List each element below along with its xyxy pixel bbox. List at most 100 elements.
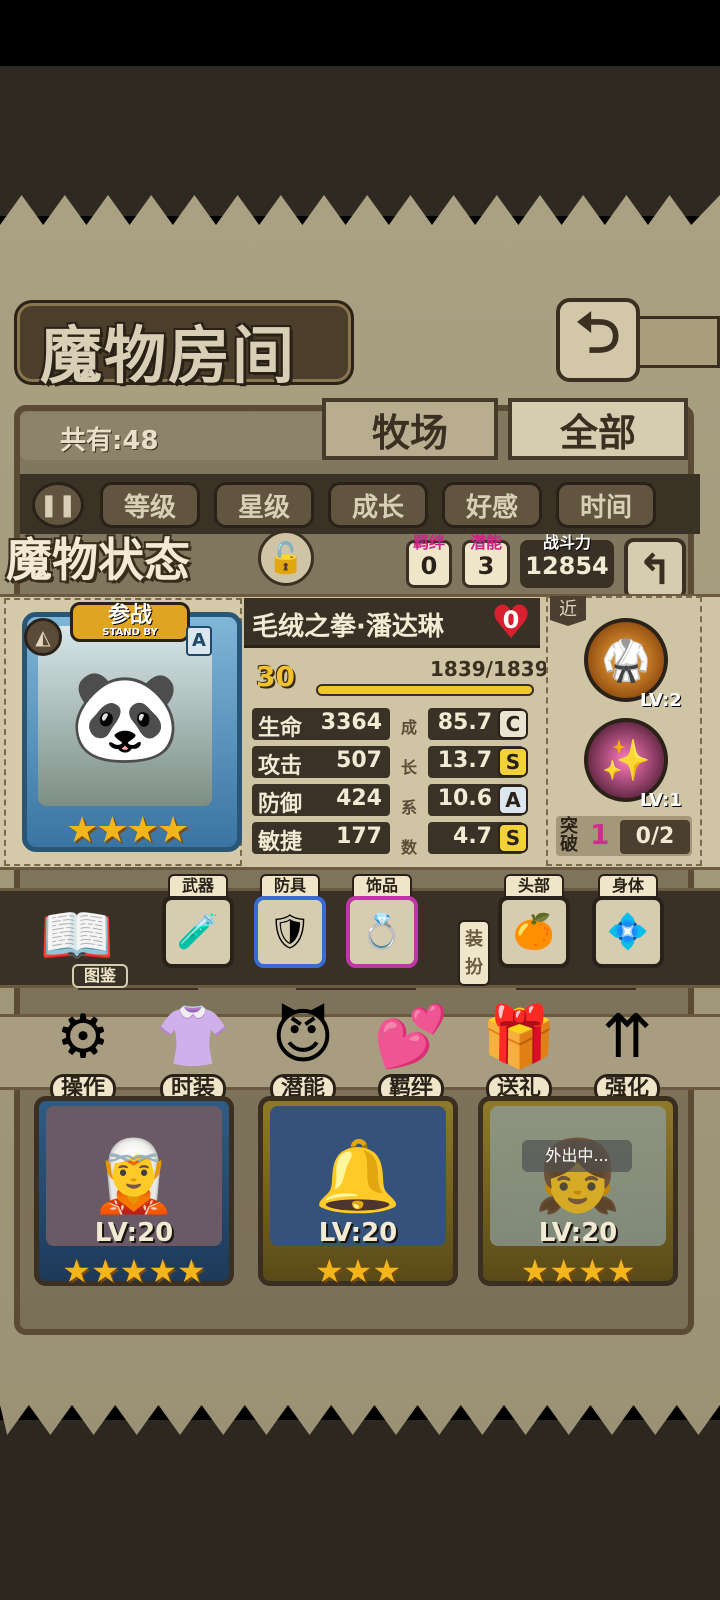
- power-counter: 战斗力 12854: [520, 535, 614, 588]
- range-tag: 近: [550, 596, 586, 626]
- bond-counter: 羁绊 0: [406, 535, 452, 588]
- bond-button[interactable]: 💕 羁绊: [364, 1000, 458, 1104]
- break-count: 1: [590, 818, 610, 851]
- dress-label: 装扮: [458, 920, 490, 986]
- bond-label: 羁绊: [412, 533, 445, 552]
- monster-card-level: LV:20: [538, 1218, 618, 1248]
- panda-girl-icon: 🐼: [68, 663, 182, 769]
- background-top: [0, 66, 720, 216]
- back-button[interactable]: ⮌: [556, 298, 640, 382]
- affection-value: 0: [502, 606, 520, 634]
- codex-label: 图鉴: [72, 964, 128, 988]
- skill-2-level: LV:1: [640, 790, 682, 811]
- accessory-label: 饰品: [352, 874, 412, 898]
- monster-name: 毛绒之拳·潘达琳: [252, 612, 444, 642]
- break-label: 突破: [560, 816, 578, 855]
- head-slot[interactable]: 🍊: [498, 896, 570, 968]
- head-label: 头部: [504, 874, 564, 898]
- gift-button[interactable]: 🎁 送礼: [472, 1000, 566, 1104]
- bond-value: 0: [420, 552, 438, 580]
- sort-time-button[interactable]: 时间: [556, 482, 656, 528]
- operate-button[interactable]: ⚙ 操作: [36, 1000, 130, 1104]
- rank-badge: A: [186, 626, 212, 656]
- armor-slot[interactable]: 🛡: [254, 896, 326, 968]
- orange-slice-icon: 🍊: [512, 912, 556, 952]
- weapon-slot[interactable]: 🧪: [162, 896, 234, 968]
- armor-label: 防具: [260, 874, 320, 898]
- potential-value: 3: [477, 552, 495, 580]
- return-arrow-icon: ↰: [637, 544, 673, 594]
- codex-button[interactable]: 📖: [30, 900, 124, 971]
- status-bar: [0, 0, 720, 66]
- potential-label: 潜能: [469, 533, 502, 552]
- clothes-icon: 👚: [155, 1002, 231, 1072]
- accessory-slot[interactable]: 💍: [346, 896, 418, 968]
- potential-button[interactable]: 😈 潜能: [256, 1000, 350, 1104]
- growth-value: 13.7: [437, 748, 492, 773]
- monster-card-stars: ★★★★: [520, 1252, 636, 1290]
- page-title: 魔物房间: [40, 319, 297, 392]
- shield-icon: 🛡: [268, 912, 312, 952]
- sort-affection-button[interactable]: 好感: [442, 482, 542, 528]
- sparkle-icon: ✨: [601, 737, 651, 784]
- ring-icon: 💍: [360, 912, 404, 952]
- growth-grade-badge: A: [498, 785, 528, 815]
- costume-button[interactable]: 👚 时装: [146, 1000, 240, 1104]
- potential-counter: 潜能 3: [462, 535, 510, 588]
- stat-label: 生命: [258, 716, 303, 741]
- body-slot[interactable]: 💠: [592, 896, 664, 968]
- hearts-icon: 💕: [373, 1002, 449, 1072]
- body-label: 身体: [598, 874, 658, 898]
- back-button-extension: [630, 316, 720, 368]
- standby-badge: 参战 STAND BY: [70, 602, 190, 642]
- growth-grade-badge: C: [498, 709, 528, 739]
- growth-value: 4.7: [453, 824, 492, 849]
- pause-button[interactable]: ❚❚: [32, 482, 84, 528]
- stat-value: 177: [336, 824, 382, 849]
- stat-value: 3364: [320, 710, 382, 735]
- kick-icon: 🥋: [601, 637, 651, 684]
- status-title: 魔物状态: [6, 533, 190, 587]
- potion-icon: 🧪: [176, 912, 220, 952]
- monster-card-stars: ★★★★★: [62, 1252, 206, 1290]
- growth-grade-badge: S: [498, 823, 528, 853]
- tab-all[interactable]: 全部: [508, 398, 688, 460]
- gift-icon: 🎁: [481, 1002, 557, 1072]
- monster-card-stars: ★★★: [314, 1252, 402, 1290]
- stat-value: 424: [336, 786, 382, 811]
- sort-level-button[interactable]: 等级: [100, 482, 200, 528]
- exp-text: 1839/1839: [430, 657, 549, 681]
- monster-count: 共有:48: [60, 426, 159, 456]
- weapon-label: 武器: [168, 874, 228, 898]
- growth-grade-badge: S: [498, 747, 528, 777]
- growth-label-1: 成: [400, 718, 417, 737]
- exp-fill: [318, 686, 532, 694]
- standby-label: 参战: [107, 603, 152, 628]
- monster-stars: ★★★★: [66, 810, 189, 851]
- sort-growth-button[interactable]: 成长: [328, 482, 428, 528]
- growth-label-2: 长: [400, 758, 417, 777]
- monster-card-level: LV:20: [94, 1218, 174, 1248]
- stat-label: 敏捷: [258, 830, 303, 855]
- return-arrow-icon: ⮌: [575, 300, 621, 366]
- status-back-button[interactable]: ↰: [624, 538, 686, 600]
- demon-icon: 😈: [271, 1002, 335, 1072]
- background-bottom: [0, 1420, 720, 1600]
- tab-farm[interactable]: 牧场: [322, 398, 498, 460]
- monster-card-level: LV:20: [318, 1218, 398, 1248]
- growth-label-4: 数: [400, 838, 417, 857]
- lock-button[interactable]: 🔓: [258, 530, 314, 586]
- standby-sub: STAND BY: [102, 627, 158, 638]
- armor-piece-icon: 💠: [606, 912, 650, 952]
- break-progress: 0/2: [620, 820, 690, 854]
- skill-1-level: LV:2: [640, 690, 682, 711]
- stat-label: 防御: [258, 792, 303, 817]
- lock-icon: 🔓: [267, 540, 305, 576]
- power-label: 战斗力: [542, 533, 591, 552]
- type-icon: ◭: [24, 618, 62, 656]
- sort-star-button[interactable]: 星级: [214, 482, 314, 528]
- pause-icon: ❚❚: [39, 492, 77, 518]
- gear-icon: ⚙: [56, 1002, 110, 1072]
- growth-value: 85.7: [437, 710, 492, 735]
- enhance-button[interactable]: ⇈ 强化: [580, 1000, 674, 1104]
